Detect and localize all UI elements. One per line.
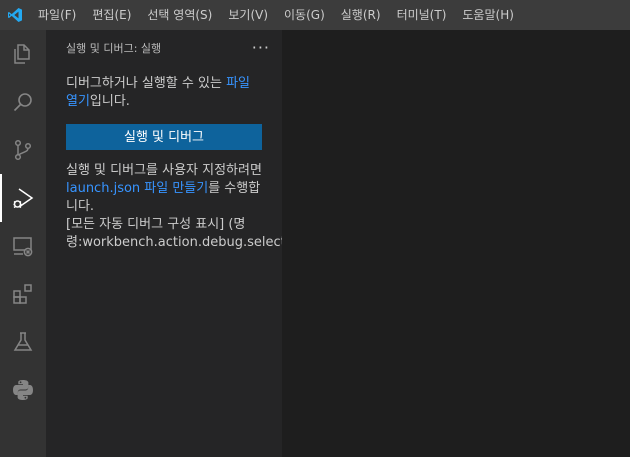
menu-help[interactable]: 도움말(H) [454, 0, 522, 30]
menu-file[interactable]: 파일(F) [30, 0, 84, 30]
menu-edit[interactable]: 편집(E) [84, 0, 139, 30]
menu-terminal[interactable]: 터미널(T) [389, 0, 455, 30]
remote-explorer-icon[interactable] [0, 222, 46, 270]
auto-configs-line1: [모든 자동 디버그 구성 표시] (명 [66, 217, 246, 232]
activity-bar [0, 30, 46, 457]
sidebar-body: 디버그하거나 실행할 수 있는 파일 열기입니다. 실행 및 디버그 실행 및 … [46, 65, 282, 252]
menu-bar: 파일(F) 편집(E) 선택 영역(S) 보기(V) 이동(G) 실행(R) 터… [30, 0, 522, 30]
extensions-icon[interactable] [0, 270, 46, 318]
run-and-debug-button[interactable]: 실행 및 디버그 [66, 124, 262, 150]
editor-area [282, 30, 630, 457]
sidebar-header: 실행 및 디버그: 실행 ··· [46, 30, 282, 65]
more-actions-icon[interactable]: ··· [252, 38, 270, 57]
menu-view[interactable]: 보기(V) [220, 0, 276, 30]
source-control-icon[interactable] [0, 126, 46, 174]
open-file-paragraph: 디버그하거나 실행할 수 있는 파일 열기입니다. [66, 75, 262, 111]
menu-run[interactable]: 실행(R) [333, 0, 389, 30]
testing-icon[interactable] [0, 318, 46, 366]
explorer-icon[interactable] [0, 30, 46, 78]
create-launch-json-link[interactable]: launch.json 파일 만들기 [66, 181, 208, 196]
vscode-logo-icon [0, 0, 30, 30]
search-icon[interactable] [0, 78, 46, 126]
auto-configs-line2: 령:workbench.action.debug.selectandst [66, 235, 282, 250]
run-debug-sidebar: 실행 및 디버그: 실행 ··· 디버그하거나 실행할 수 있는 파일 열기입니… [46, 30, 282, 457]
intro-suffix: 입니다. [89, 94, 130, 109]
python-icon[interactable] [0, 366, 46, 414]
run-debug-icon[interactable] [0, 174, 46, 222]
intro-text: 디버그하거나 실행할 수 있는 [66, 76, 227, 91]
menu-selection[interactable]: 선택 영역(S) [139, 0, 220, 30]
sidebar-title: 실행 및 디버그: 실행 [66, 41, 162, 55]
customize-paragraph: 실행 및 디버그를 사용자 지정하려면 launch.json 파일 만들기를 … [66, 162, 262, 216]
customize-text: 실행 및 디버그를 사용자 지정하려면 [66, 163, 262, 178]
title-bar: 파일(F) 편집(E) 선택 영역(S) 보기(V) 이동(G) 실행(R) 터… [0, 0, 630, 30]
menu-go[interactable]: 이동(G) [276, 0, 333, 30]
show-auto-configs-paragraph: [모든 자동 디버그 구성 표시] (명령:workbench.action.d… [66, 216, 282, 252]
